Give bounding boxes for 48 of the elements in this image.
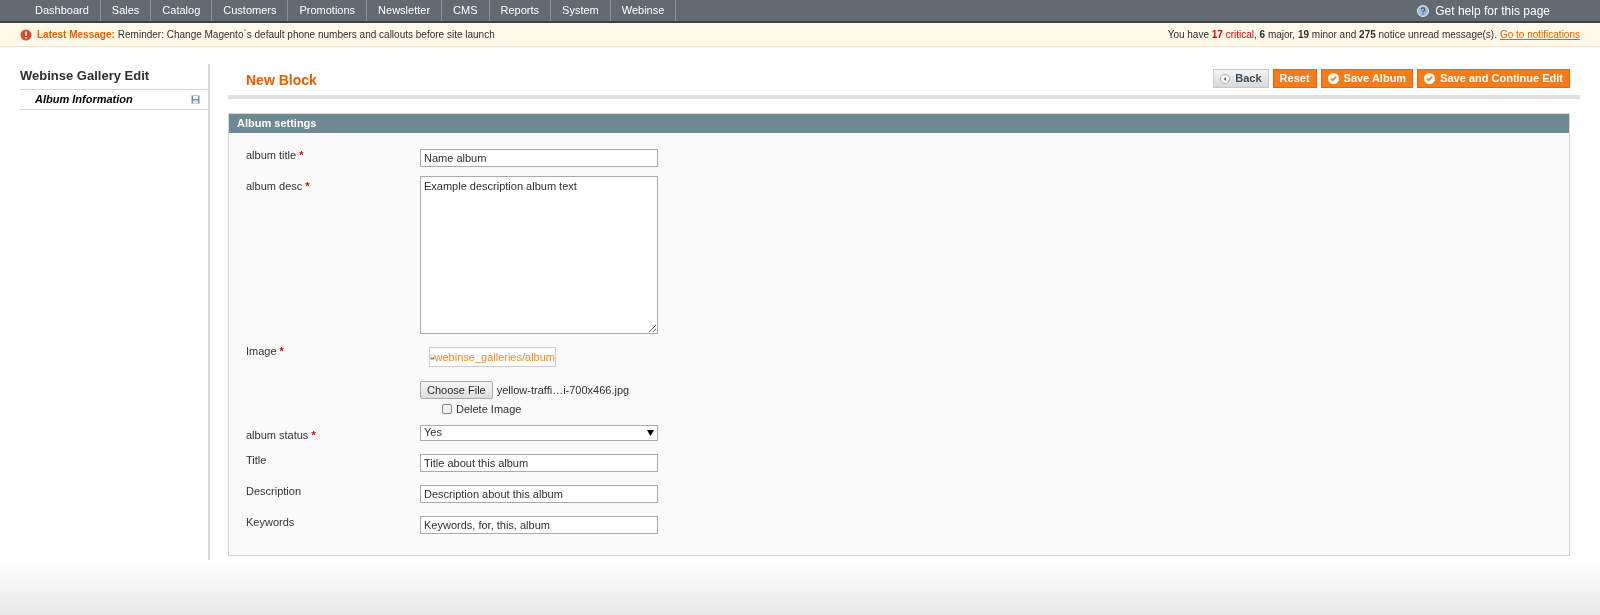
input-field[interactable]: Title about this album: [420, 454, 658, 472]
message-label: Latest Message:: [37, 28, 115, 42]
nav-item[interactable]: Reports: [489, 0, 552, 21]
sidebar-tab[interactable]: Album Information: [35, 91, 133, 108]
field-label: Description: [246, 484, 302, 499]
page-title: New Block: [245, 71, 317, 90]
nav-item[interactable]: CMS: [442, 0, 490, 21]
help-link[interactable]: Get help for this page: [1435, 1, 1550, 20]
checkbox-label: Delete Image: [456, 402, 522, 417]
field-label: album status: [246, 427, 309, 443]
nav-item[interactable]: System: [551, 0, 611, 21]
check-icon: [1424, 73, 1436, 84]
check-icon: [1327, 73, 1339, 84]
notifications-link[interactable]: Go to notifications: [1499, 27, 1580, 42]
input-field[interactable]: Keywords, for, this, album: [420, 516, 658, 534]
select-field[interactable]: Yes: [420, 424, 658, 441]
textarea-field[interactable]: Example description album text: [420, 176, 658, 334]
nav-item[interactable]: Webinse: [610, 0, 677, 21]
image-alt-text: webinse_galleries/album: [434, 349, 555, 365]
fieldset-header: Album settings: [229, 114, 1569, 133]
nav-item[interactable]: Customers: [212, 0, 289, 21]
help-icon: [1417, 4, 1430, 17]
back-button[interactable]: Back: [1213, 69, 1269, 88]
sidebar-title: Webinse Gallery Edit: [20, 67, 151, 85]
nav-item[interactable]: Catalog: [151, 0, 213, 21]
alert-icon: [20, 28, 32, 41]
field-label: album title: [246, 148, 297, 163]
required-mark: *: [299, 148, 304, 163]
message-text: Reminder: Change Magento`s default phone numbers and callouts before site launch: [117, 28, 495, 42]
nav-item[interactable]: Dashboard: [24, 0, 101, 21]
choose-file-button[interactable]: Choose File: [420, 381, 493, 399]
file-name: yellow-traffi…i-700x466.jpg: [496, 382, 630, 398]
message-summary: You have 17 critical, 6 major, 19 minor and 275 notice unread message(s).: [1167, 28, 1497, 42]
field-label: Keywords: [246, 515, 295, 530]
field-label: Title: [246, 453, 267, 468]
nav-item[interactable]: Promotions: [288, 0, 368, 21]
input-field[interactable]: Description about this album: [420, 485, 658, 503]
required-mark: *: [279, 344, 284, 359]
field-label: Image: [246, 344, 277, 359]
nav-item[interactable]: Sales: [100, 0, 152, 21]
dropdown-arrow-icon: [647, 429, 654, 436]
field-label: album desc: [246, 179, 303, 194]
required-mark: *: [311, 427, 316, 443]
nav-item[interactable]: Newsletter: [367, 0, 443, 21]
checkbox[interactable]: [442, 404, 452, 415]
input-field[interactable]: Name album: [420, 149, 658, 167]
required-mark: *: [305, 179, 310, 194]
save-icon: [191, 95, 200, 104]
